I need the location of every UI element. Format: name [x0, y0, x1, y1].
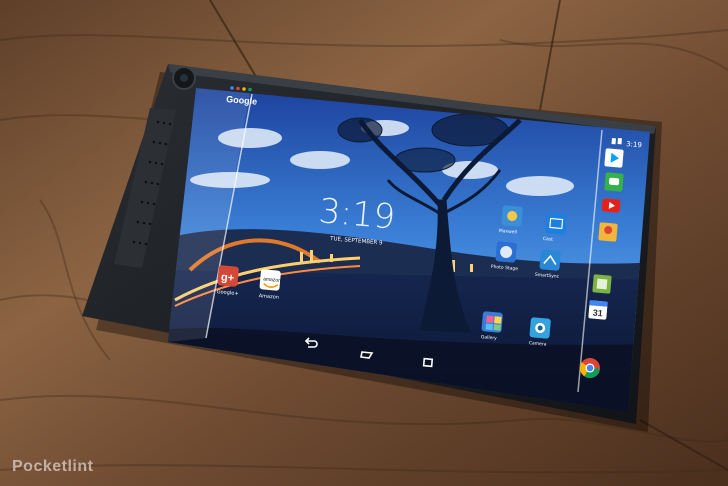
app-label: Cast	[543, 236, 554, 243]
app-amazon[interactable]: amazon Amazon	[258, 269, 282, 301]
app-google-plus[interactable]: g+ Google+	[216, 265, 240, 297]
photo-scene: 3:19 Google 3:19 TUE, SEPTEMBER 9 g+ Goo…	[0, 0, 728, 486]
dock-play-store[interactable]	[604, 148, 624, 168]
dock-calendar[interactable]: 31	[588, 300, 608, 320]
svg-text:31: 31	[592, 308, 603, 319]
cast-app-icon	[545, 213, 567, 235]
svg-text:g+: g+	[221, 271, 235, 284]
pocketlint-watermark: Pocketlint	[12, 458, 94, 475]
clock-widget[interactable]: 3:19	[317, 191, 397, 238]
status-time: 3:19	[626, 140, 642, 149]
dock-newsstand[interactable]	[592, 274, 612, 294]
dock-youtube[interactable]	[601, 198, 621, 213]
smartsync-icon	[539, 249, 561, 271]
dock-maps[interactable]	[598, 222, 618, 242]
dock-play-games[interactable]	[604, 172, 624, 192]
